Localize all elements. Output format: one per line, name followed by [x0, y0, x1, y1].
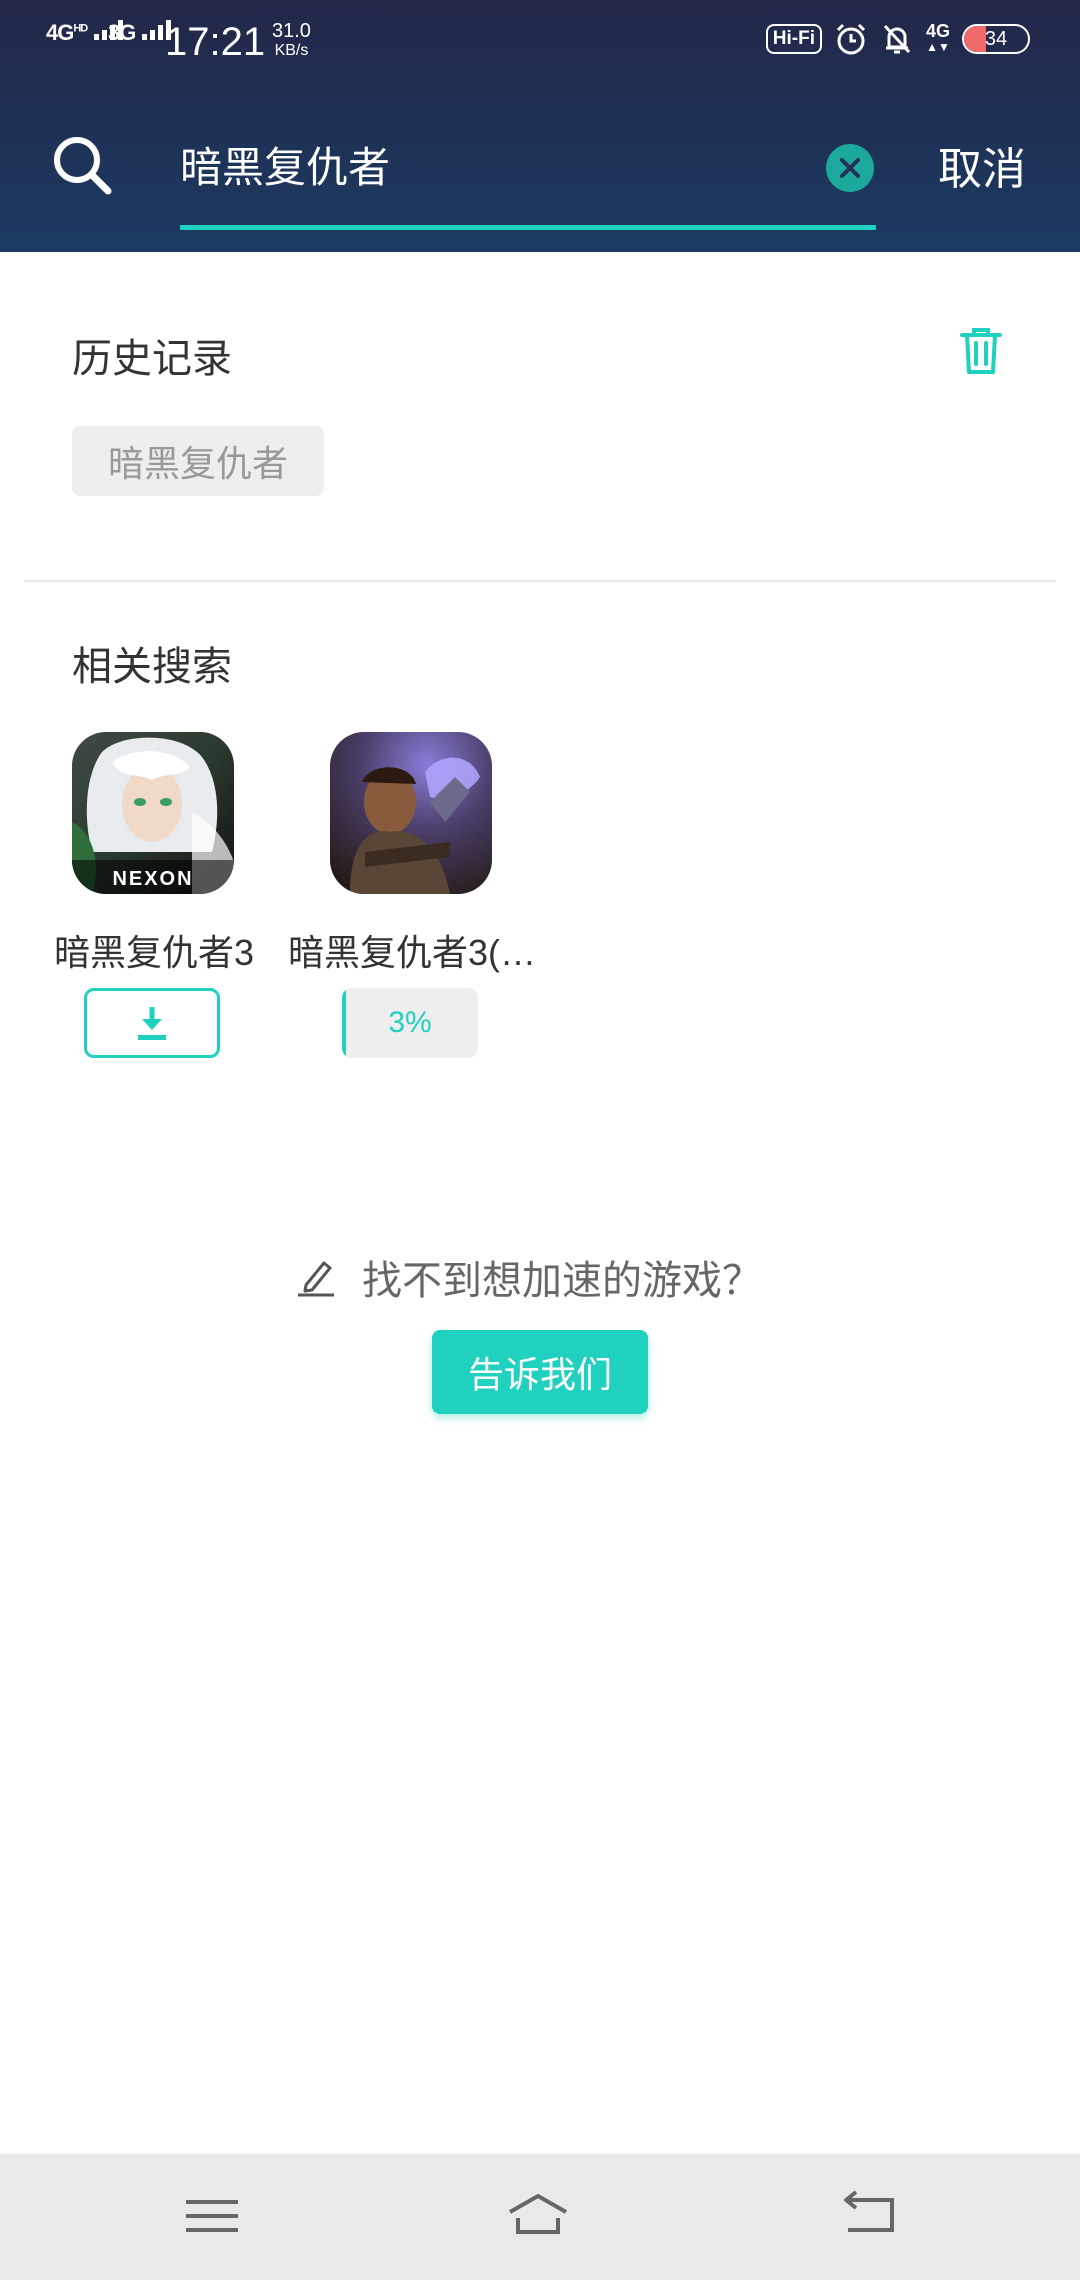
download-button[interactable]	[84, 988, 220, 1058]
pencil-icon	[298, 1261, 334, 1297]
hifi-badge: Hi-Fi	[765, 24, 822, 54]
game-name-1[interactable]: 暗黑复仇者3	[54, 924, 254, 976]
nexon-logo: NEXON	[112, 868, 193, 890]
trash-icon[interactable]	[958, 326, 1004, 376]
clock: 17:21	[165, 20, 266, 64]
download-progress-button[interactable]: 3%	[342, 988, 478, 1058]
cancel-button[interactable]: 取消	[938, 142, 1026, 198]
download-icon	[138, 1007, 166, 1040]
related-title: 相关搜索	[72, 645, 232, 689]
search-input[interactable]	[180, 140, 780, 196]
progress-label: 3%	[388, 1006, 432, 1039]
menu-icon[interactable]	[180, 2184, 244, 2248]
tell-us-button[interactable]: 告诉我们	[432, 1330, 648, 1414]
network-speed: 31.0 KB/s	[272, 20, 311, 59]
battery-icon: 34	[962, 24, 1030, 54]
history-item[interactable]: 暗黑复仇者	[72, 426, 324, 496]
search-icon[interactable]	[50, 133, 114, 197]
game-name-2[interactable]: 暗黑复仇者3(…	[288, 924, 536, 976]
signal-3g-icon: 3G	[108, 20, 172, 46]
feedback-prompt: 找不到想加速的游戏？	[362, 1259, 762, 1303]
status-bar: 4GHD 3G 17:21 31.0 KB/s Hi-Fi 4G ▲▼ 34	[0, 0, 1080, 84]
search-field[interactable]	[180, 140, 876, 230]
back-icon[interactable]	[838, 2184, 902, 2248]
feedback-row: 找不到想加速的游戏？	[296, 1248, 762, 1306]
network-4g-icon: 4G ▲▼	[925, 21, 950, 54]
divider	[24, 580, 1056, 582]
history-title: 历史记录	[72, 337, 232, 381]
clear-search-button[interactable]	[826, 144, 874, 192]
alarm-icon	[836, 23, 866, 55]
game-icon-2[interactable]	[330, 732, 492, 894]
home-icon[interactable]	[506, 2184, 570, 2248]
header: 4GHD 3G 17:21 31.0 KB/s Hi-Fi 4G ▲▼ 34 暗…	[0, 0, 1080, 252]
mute-bell-icon	[883, 24, 911, 54]
close-icon	[840, 158, 860, 178]
navigation-bar	[0, 2154, 1080, 2280]
game-icon-1[interactable]: NEXON	[72, 732, 234, 894]
progress-fill	[342, 988, 347, 1058]
